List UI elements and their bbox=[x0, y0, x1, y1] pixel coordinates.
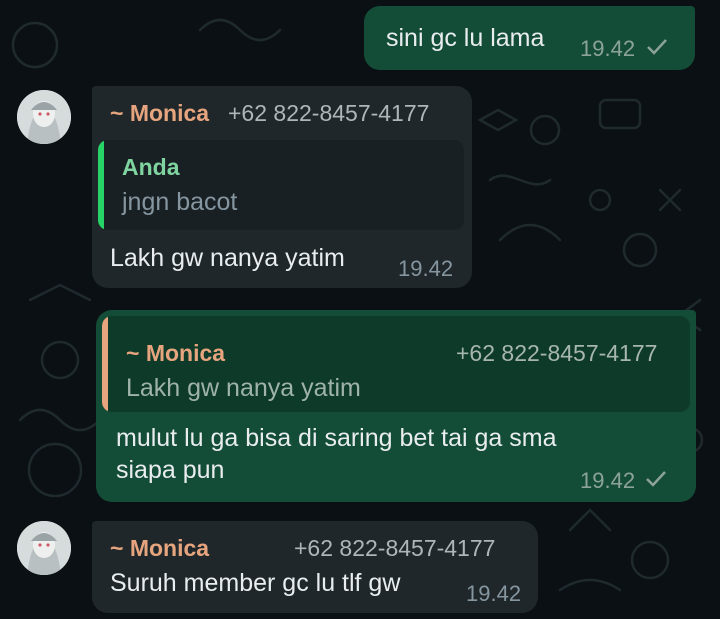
quote-sender: ~ Monica bbox=[126, 340, 226, 366]
message-time: 19.42 bbox=[580, 468, 636, 493]
outgoing-message-1[interactable]: sini gc lu lama 19.42 bbox=[364, 6, 695, 70]
incoming-message-4[interactable]: ~ Monica +62 822-8457-4177 Suruh member … bbox=[92, 521, 538, 613]
sender-name[interactable]: ~ Monica bbox=[110, 535, 209, 562]
quote-accent-bar bbox=[98, 140, 104, 230]
quoted-message[interactable]: Anda jngn bacot bbox=[98, 140, 464, 230]
sender-phone: +62 822-8457-4177 bbox=[294, 535, 496, 561]
quote-text: jngn bacot bbox=[122, 188, 238, 216]
message-text: sini gc lu lama bbox=[386, 24, 545, 52]
sender-name[interactable]: ~ Monica bbox=[110, 100, 209, 127]
incoming-message-2[interactable]: ~ Monica +62 822-8457-4177 Anda jngn bac… bbox=[92, 86, 472, 288]
quoted-message[interactable]: ~ Monica +62 822-8457-4177 Lakh gw nanya… bbox=[102, 316, 690, 412]
outgoing-message-3[interactable]: ~ Monica +62 822-8457-4177 Lakh gw nanya… bbox=[96, 310, 696, 502]
sender-phone: +62 822-8457-4177 bbox=[228, 100, 430, 126]
check-icon bbox=[646, 38, 668, 56]
message-time: 19.42 bbox=[580, 36, 636, 61]
quote-phone: +62 822-8457-4177 bbox=[456, 340, 658, 366]
message-text-line-1: mulut lu ga bisa di saring bet tai ga sm… bbox=[116, 424, 557, 452]
quote-text: Lakh gw nanya yatim bbox=[126, 374, 361, 402]
message-text: Lakh gw nanya yatim bbox=[110, 244, 345, 272]
quote-accent-bar bbox=[102, 316, 108, 412]
message-time: 19.42 bbox=[466, 581, 522, 606]
avatar[interactable] bbox=[17, 521, 71, 575]
message-text: Suruh member gc lu tlf gw bbox=[110, 569, 401, 597]
avatar[interactable] bbox=[17, 90, 71, 144]
check-icon bbox=[645, 470, 667, 488]
quote-sender: Anda bbox=[122, 154, 180, 180]
message-text-line-2: siapa pun bbox=[116, 456, 225, 484]
message-time: 19.42 bbox=[398, 256, 454, 281]
